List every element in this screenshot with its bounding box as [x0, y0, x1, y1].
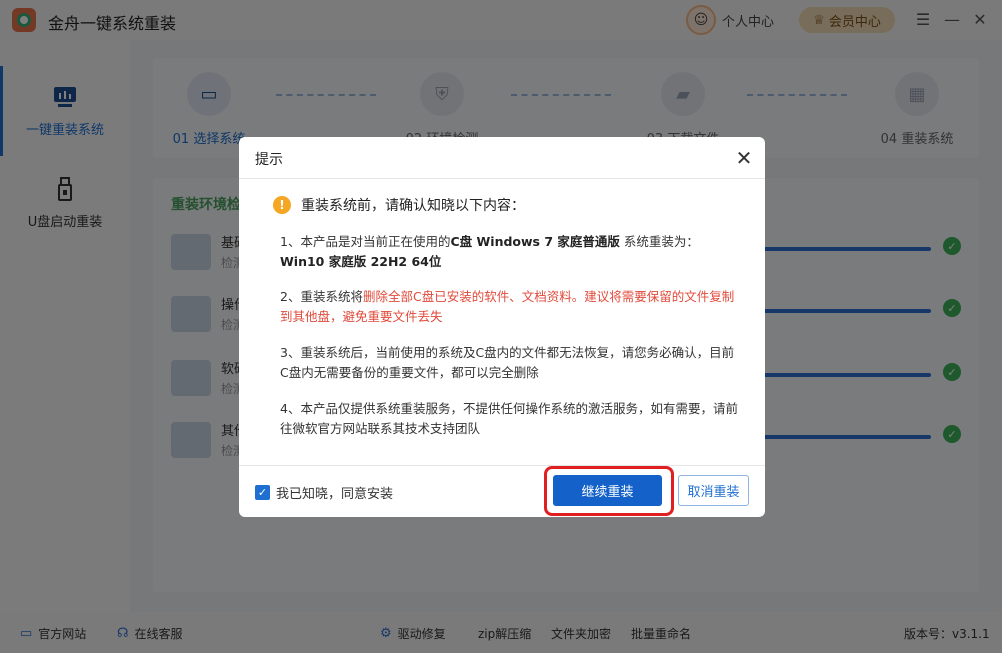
warning-text: 重装系统前，请确认知晓以下内容：	[301, 198, 525, 214]
confirm-dialog: 提示 ✕ ! 重装系统前，请确认知晓以下内容： 1、本产品是对当前正在使用的C盘…	[239, 137, 765, 517]
close-icon[interactable]: ✕	[733, 147, 755, 169]
checkbox-checked-icon[interactable]: ✓	[255, 485, 270, 500]
notice-text: 系统重装为：	[619, 234, 699, 249]
dialog-footer: ✓ 我已知晓，同意安装 继续重装 取消重装	[239, 465, 765, 517]
warning-line: ! 重装系统前，请确认知晓以下内容：	[273, 195, 525, 215]
notice-paragraph-1: 1、本产品是对当前正在使用的C盘 Windows 7 家庭普通版 系统重装为： …	[280, 232, 740, 272]
current-system: C盘 Windows 7 家庭普通版	[450, 234, 620, 249]
target-system: Win10 家庭版 22H2 64位	[280, 254, 442, 269]
dialog-title: 提示	[255, 152, 283, 168]
cancel-reinstall-button[interactable]: 取消重装	[678, 475, 749, 506]
dialog-header: 提示 ✕	[239, 137, 765, 179]
warning-icon: !	[273, 196, 291, 214]
highlight-box	[544, 466, 674, 516]
notice-text: 1、本产品是对当前正在使用的	[280, 234, 451, 249]
notice-paragraph-2: 2、重装系统将删除全部C盘已安装的软件、文档资料。建议将需要保留的文件复制到其他…	[280, 287, 740, 327]
agree-label: 我已知晓，同意安装	[276, 487, 394, 502]
notice-paragraph-3: 3、重装系统后，当前使用的系统及C盘内的文件都无法恢复，请您务必确认，目前C盘内…	[280, 345, 735, 380]
agree-checkbox[interactable]: ✓ 我已知晓，同意安装	[255, 483, 393, 502]
notice-paragraph-4: 4、本产品仅提供系统重装服务，不提供任何操作系统的激活服务，如有需要，请前往微软…	[280, 401, 738, 436]
notice-text: 2、重装系统将	[280, 289, 363, 304]
